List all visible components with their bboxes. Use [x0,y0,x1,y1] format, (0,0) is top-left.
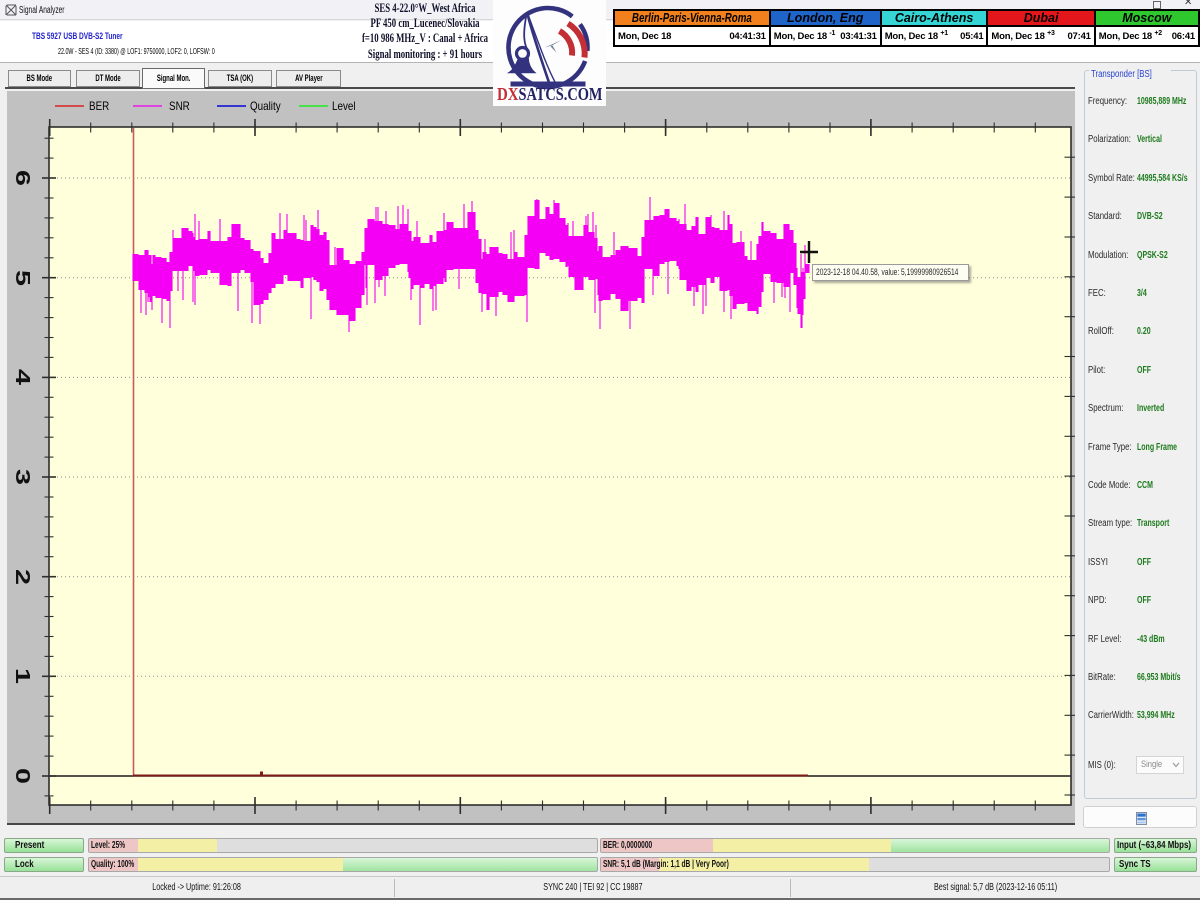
svg-text:DX: DX [497,84,519,104]
svg-text:SATCS.COM: SATCS.COM [519,84,603,104]
